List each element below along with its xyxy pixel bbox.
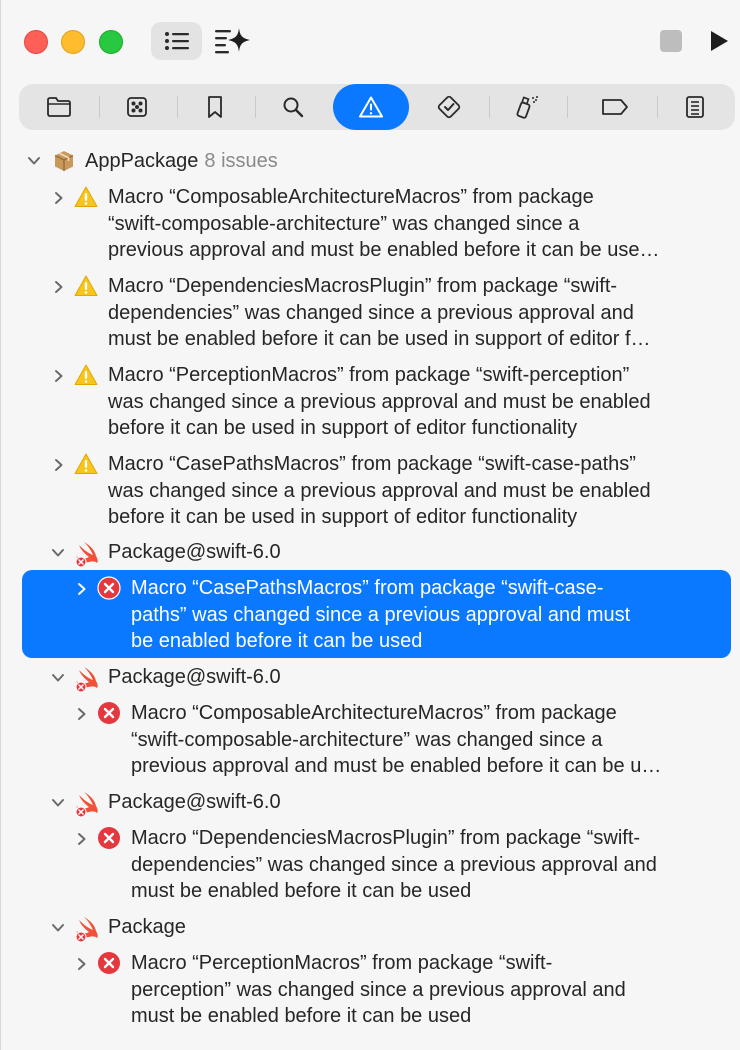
issue-message: Macro “CasePathsMacros” from package “sw… <box>108 453 651 528</box>
warning-triangle-icon <box>74 275 98 297</box>
tree-root-row[interactable]: AppPackage 8 issues <box>1 148 740 178</box>
error-x-icon <box>97 951 121 975</box>
package-group-label: Package@swift-6.0 <box>108 541 281 563</box>
issue-message: Macro “ComposableArchitectureMacros” fro… <box>131 702 662 777</box>
tab-test-navigator[interactable] <box>411 84 487 130</box>
issue-message: Macro “PerceptionMacros” from package “s… <box>131 952 626 1027</box>
bookmark-icon <box>208 96 222 118</box>
test-diamond-icon <box>437 95 461 119</box>
tab-find-navigator[interactable] <box>255 84 331 130</box>
tree-root-label: AppPackage 8 issues <box>85 150 278 172</box>
tab-project-navigator[interactable] <box>21 84 97 130</box>
sparkle-list-icon <box>215 28 250 54</box>
package-box-icon <box>51 148 77 174</box>
navigator-toggle-button[interactable] <box>151 22 202 60</box>
chevron-down-icon[interactable] <box>51 796 65 810</box>
chevron-right-icon[interactable] <box>52 458 66 472</box>
chevron-right-icon[interactable] <box>75 707 89 721</box>
chevron-right-icon[interactable] <box>52 191 66 205</box>
title-bar <box>1 0 740 78</box>
package-group-row[interactable]: Package@swift-6.0 <box>1 664 740 693</box>
issue-row[interactable]: Macro “DependenciesMacrosPlugin” from pa… <box>1 825 740 905</box>
chevron-right-icon[interactable] <box>52 280 66 294</box>
chevron-down-icon[interactable] <box>51 546 65 560</box>
package-group-row[interactable]: Package <box>1 914 740 943</box>
warning-triangle-icon <box>74 364 98 386</box>
error-x-icon <box>97 701 121 725</box>
issue-message: Macro “CasePathsMacros” from package “sw… <box>131 577 631 652</box>
issue-row[interactable]: Macro “ComposableArchitectureMacros” fro… <box>1 700 740 780</box>
tab-source-control-navigator[interactable] <box>99 84 175 130</box>
zoom-window-button[interactable] <box>99 30 123 54</box>
warning-triangle-icon <box>74 453 98 475</box>
package-group-row[interactable]: Package@swift-6.0 <box>1 789 740 818</box>
play-icon <box>711 31 728 51</box>
issue-message: Macro “DependenciesMacrosPlugin” from pa… <box>108 275 651 350</box>
tab-breakpoint-navigator[interactable] <box>577 84 653 130</box>
chevron-down-icon[interactable] <box>27 154 41 168</box>
swift-error-icon <box>73 665 101 693</box>
issue-row[interactable]: Macro “CasePathsMacros” from package “sw… <box>1 451 740 533</box>
source-control-icon <box>127 97 147 117</box>
assistant-button[interactable] <box>211 22 255 60</box>
stop-icon <box>660 30 682 52</box>
magnifier-icon <box>283 97 304 118</box>
package-group-label: Package@swift-6.0 <box>108 666 281 688</box>
tab-divider <box>567 96 568 118</box>
issue-row[interactable]: Macro “DependenciesMacrosPlugin” from pa… <box>1 273 740 355</box>
warning-icon <box>359 96 383 118</box>
tab-debug-navigator[interactable] <box>489 84 565 130</box>
run-button[interactable] <box>701 22 737 60</box>
tab-bookmark-navigator[interactable] <box>177 84 253 130</box>
navigator-tab-bar <box>19 84 735 130</box>
sidebar-list-icon <box>164 32 189 50</box>
error-x-icon <box>97 576 121 600</box>
swift-error-icon <box>73 790 101 818</box>
issue-message: Macro “ComposableArchitectureMacros” fro… <box>108 186 660 261</box>
issue-message: Macro “PerceptionMacros” from package “s… <box>108 364 651 439</box>
chevron-right-icon[interactable] <box>75 957 89 971</box>
warning-triangle-icon <box>74 186 98 208</box>
tab-issue-navigator[interactable] <box>333 84 409 130</box>
swift-error-icon <box>73 540 101 568</box>
package-group-label: Package <box>108 916 186 938</box>
issue-row[interactable]: Macro “PerceptionMacros” from package “s… <box>1 362 740 444</box>
breakpoint-icon <box>602 99 628 115</box>
minimize-window-button[interactable] <box>61 30 85 54</box>
spray-can-icon <box>516 96 538 119</box>
issue-row[interactable]: Macro “ComposableArchitectureMacros” fro… <box>1 184 740 266</box>
tab-report-navigator[interactable] <box>657 84 733 130</box>
chevron-right-icon[interactable] <box>75 832 89 846</box>
package-group-row[interactable]: Package@swift-6.0 <box>1 539 740 568</box>
issue-count: 8 issues <box>204 150 278 172</box>
chevron-right-icon[interactable] <box>52 369 66 383</box>
report-icon <box>686 96 704 118</box>
package-group-label: Package@swift-6.0 <box>108 791 281 813</box>
issue-message: Macro “DependenciesMacrosPlugin” from pa… <box>131 827 657 902</box>
issue-navigator-window: AppPackage 8 issues Macro “ComposableArch… <box>0 0 740 1050</box>
close-window-button[interactable] <box>24 30 48 54</box>
error-x-icon <box>97 826 121 850</box>
swift-error-icon <box>73 915 101 943</box>
chevron-down-icon[interactable] <box>51 921 65 935</box>
chevron-right-icon[interactable] <box>75 582 89 596</box>
issue-row-selected[interactable]: Macro “CasePathsMacros” from package “sw… <box>1 575 740 655</box>
stop-button[interactable] <box>653 22 689 60</box>
issue-row[interactable]: Macro “PerceptionMacros” from package “s… <box>1 950 740 1030</box>
folder-icon <box>47 97 71 117</box>
chevron-down-icon[interactable] <box>51 671 65 685</box>
